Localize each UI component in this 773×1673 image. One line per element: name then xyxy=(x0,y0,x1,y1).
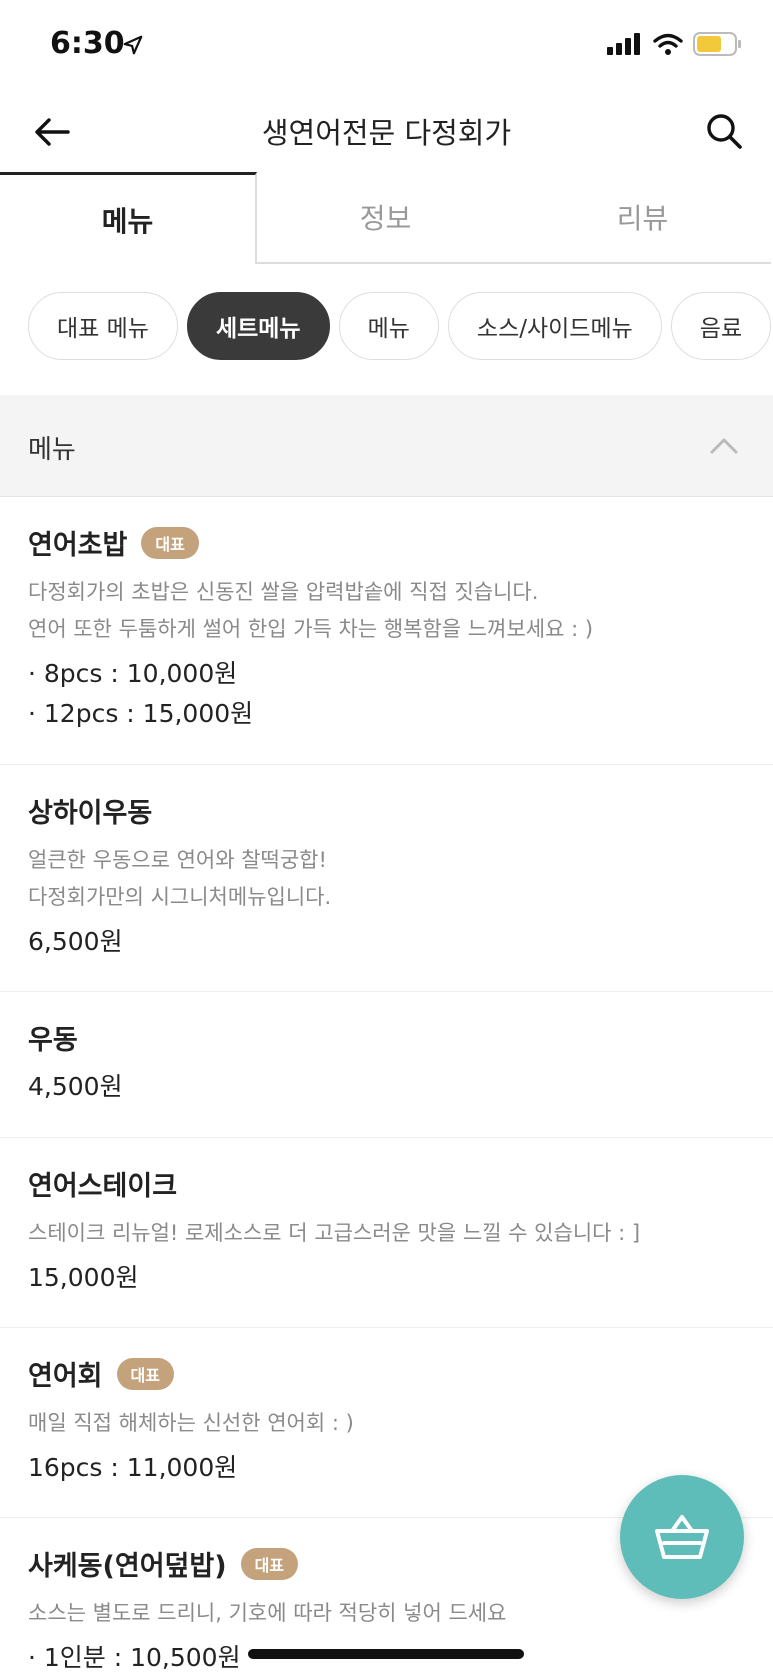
menu-item-name: 사케동(연어덮밥) xyxy=(28,1551,227,1582)
menu-item-description: 얼큰한 우동으로 연어와 찰떡궁합! xyxy=(28,848,327,872)
category-chips: 대표 메뉴 세트메뉴 메뉴 소스/사이드메뉴 음료 xyxy=(28,292,772,360)
menu-item-name: 우동 xyxy=(28,1025,78,1056)
page-title: 생연어전문 다정회가 xyxy=(261,116,512,150)
chip-menu[interactable]: 메뉴 xyxy=(338,292,439,360)
location-arrow-icon xyxy=(123,35,143,55)
section-header[interactable]: 메뉴 xyxy=(0,395,773,497)
cellular-signal-icon xyxy=(607,33,640,55)
status-indicators xyxy=(607,32,743,56)
chip-sauce-side[interactable]: 소스/사이드메뉴 xyxy=(447,292,662,360)
menu-item-description: 매일 직접 해체하는 신선한 연어회 : ) xyxy=(28,1411,354,1435)
menu-item-name: 연어초밥 xyxy=(28,530,128,561)
wifi-icon xyxy=(653,33,683,55)
menu-item-price: 16pcs : 11,000원 xyxy=(28,1453,238,1482)
menu-item-price: 4,500원 xyxy=(28,1072,123,1101)
chip-set-menu[interactable]: 세트메뉴 xyxy=(186,292,330,360)
battery-icon xyxy=(693,32,741,56)
menu-item[interactable]: 연어스테이크 스테이크 리뉴얼! 로제소스로 더 고급스러운 맛을 느낄 수 있… xyxy=(0,1138,773,1328)
menu-item-description: 소스는 별도로 드리니, 기호에 따라 적당히 넣어 드세요 xyxy=(28,1601,507,1625)
menu-item-description: 다정회가만의 시그니처메뉴입니다. xyxy=(28,885,332,909)
tab-reviews[interactable]: 리뷰 xyxy=(514,172,771,264)
menu-item-price: · 8pcs : 10,000원 xyxy=(28,659,238,688)
tab-bar: 메뉴 정보 리뷰 xyxy=(0,172,773,264)
menu-item-name: 상하이우동 xyxy=(28,798,153,829)
signature-badge: 대표 xyxy=(141,526,199,559)
tab-menu[interactable]: 메뉴 xyxy=(0,172,257,264)
menu-item-description: 다정회가의 초밥은 신동진 쌀을 압력밥솥에 직접 짓습니다. xyxy=(28,580,539,604)
chip-drinks[interactable]: 음료 xyxy=(670,292,772,360)
section-title: 메뉴 xyxy=(28,435,76,465)
menu-item[interactable]: 우동 4,500원 xyxy=(0,992,773,1138)
search-icon xyxy=(707,114,742,149)
menu-item-price: 15,000원 xyxy=(28,1263,139,1292)
signature-badge: 대표 xyxy=(240,1547,299,1580)
chip-signature-menu[interactable]: 대표 메뉴 xyxy=(28,292,178,360)
basket-icon xyxy=(655,1515,709,1559)
signature-badge: 대표 xyxy=(116,1357,174,1390)
chevron-up-icon xyxy=(710,438,738,454)
menu-item-name: 연어회 xyxy=(28,1361,103,1392)
menu-item[interactable]: 상하이우동 얼큰한 우동으로 연어와 찰떡궁합! 다정회가만의 시그니처메뉴입니… xyxy=(0,765,773,992)
cart-button[interactable] xyxy=(620,1475,744,1599)
menu-item-price: · 12pcs : 15,000원 xyxy=(28,699,254,728)
menu-item-name: 연어스테이크 xyxy=(28,1171,178,1202)
status-time: 6:30 xyxy=(50,26,125,61)
status-bar: 6:30 xyxy=(0,0,773,92)
menu-item-description: 연어 또한 두툼하게 썰어 한입 가득 차는 행복함을 느껴보세요 : ) xyxy=(28,617,594,641)
nav-bar: 생연어전문 다정회가 xyxy=(0,92,773,172)
menu-item-price: 6,500원 xyxy=(28,927,123,956)
home-indicator xyxy=(248,1649,524,1659)
menu-item-description: 스테이크 리뉴얼! 로제소스로 더 고급스러운 맛을 느낄 수 있습니다 : ] xyxy=(28,1221,641,1245)
tab-info[interactable]: 정보 xyxy=(257,172,514,264)
menu-item[interactable]: 연어초밥 대표 다정회가의 초밥은 신동진 쌀을 압력밥솥에 직접 짓습니다. … xyxy=(0,497,773,765)
search-button[interactable] xyxy=(701,108,747,154)
